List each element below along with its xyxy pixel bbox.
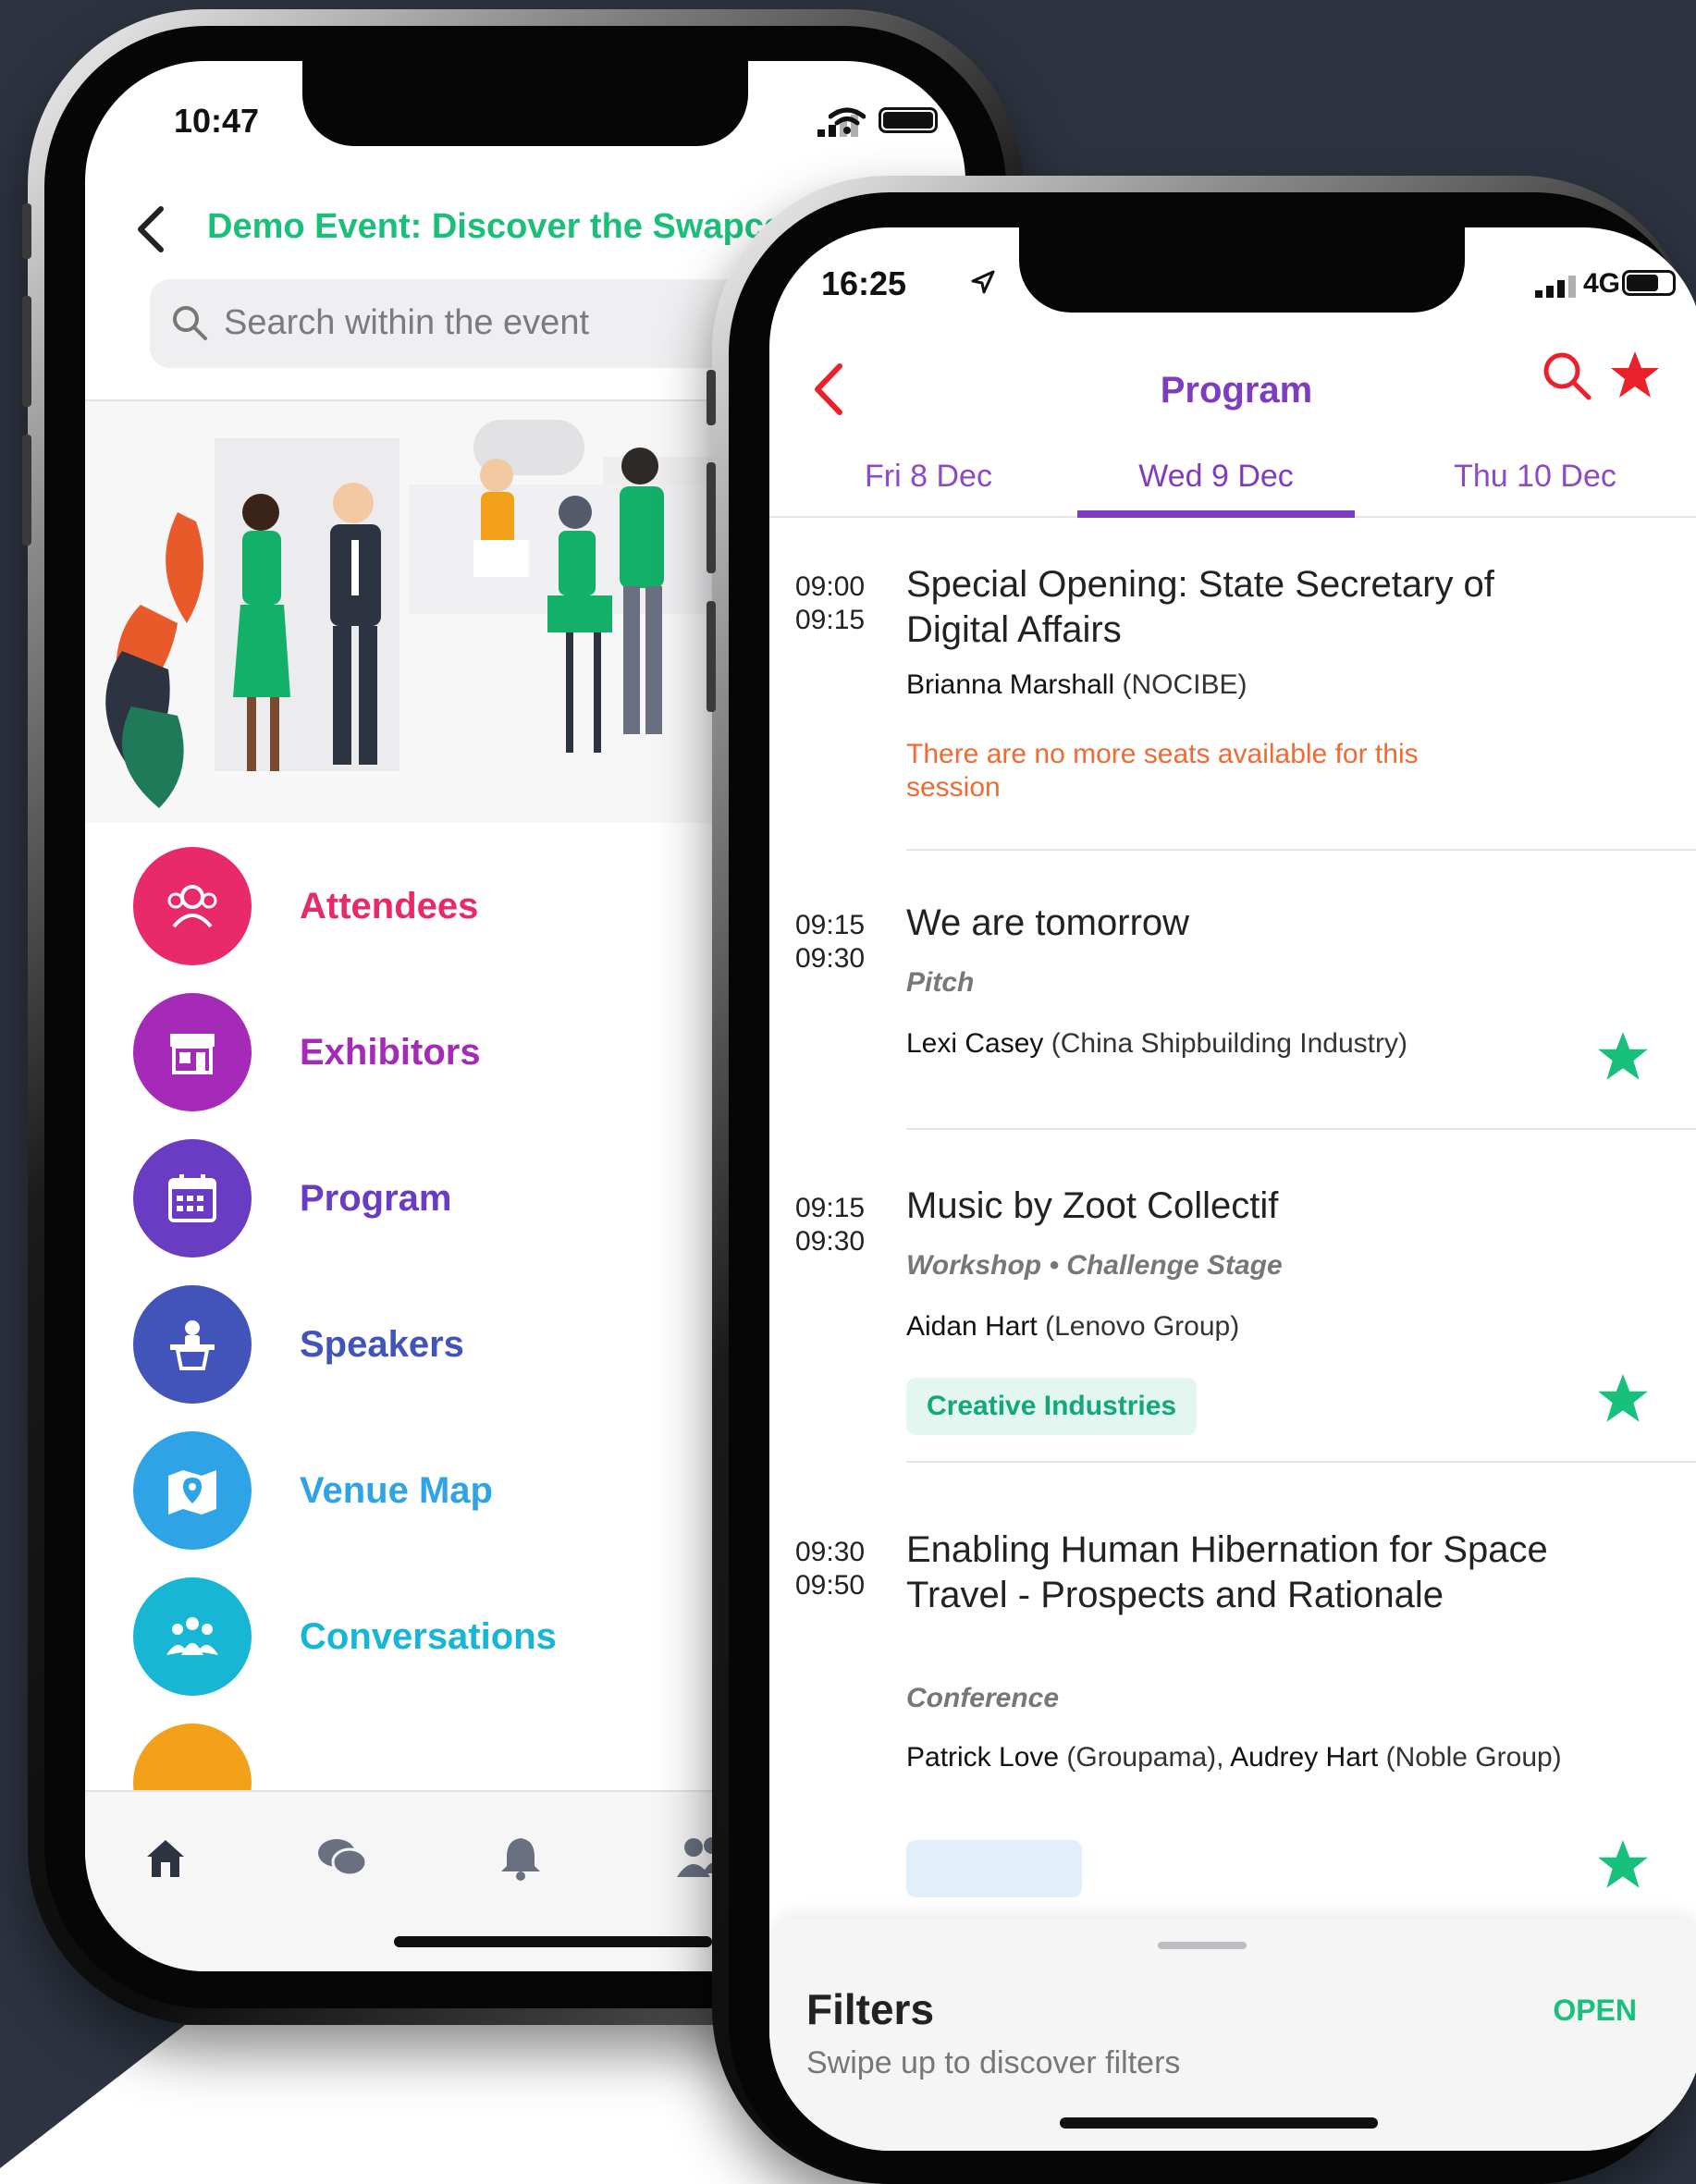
favorites-star-icon[interactable]	[1607, 348, 1663, 403]
notch	[1019, 227, 1465, 313]
session-divider	[906, 1461, 1696, 1463]
active-tab-indicator	[1077, 510, 1355, 518]
chat-icon[interactable]	[316, 1834, 368, 1881]
speaker-org: (China Shipbuilding Industry)	[1051, 1028, 1407, 1059]
speaker-name: Aidan Hart	[906, 1311, 1038, 1342]
speaker-name: Patrick Love	[906, 1742, 1060, 1773]
session-title: We are tomorrow	[906, 902, 1190, 943]
store-icon	[133, 993, 252, 1111]
podium-icon	[133, 1285, 252, 1404]
volume-down-button	[707, 601, 716, 712]
session-tag[interactable]: Creative Industries	[906, 1378, 1198, 1435]
session-title: Enabling Human Hibernation for Space Tra…	[906, 1529, 1548, 1615]
bell-icon[interactable]	[499, 1834, 542, 1881]
filters-subtitle: Swipe up to discover filters	[806, 2045, 1181, 2080]
group-icon	[133, 1577, 252, 1696]
search-icon	[173, 306, 207, 340]
session-speakers[interactable]: Brianna Marshall (NOCIBE)	[906, 668, 1572, 702]
search-placeholder: Search within the event	[224, 303, 590, 342]
home-indicator[interactable]	[394, 1936, 712, 1947]
tab-thu-10-dec[interactable]: Thu 10 Dec	[1396, 459, 1674, 495]
volume-up-button	[22, 296, 31, 407]
session-tag-partial[interactable]	[906, 1840, 1082, 1897]
event-title: Demo Event: Discover the Swapca	[207, 207, 783, 246]
favorite-star-icon[interactable]	[1594, 1370, 1652, 1428]
right-phone-screen: 16:25 4G Program Fri 8 Dec Wed 9 Dec Thu…	[769, 227, 1696, 2151]
session-start-time: 09:15	[795, 910, 866, 940]
favorite-star-icon[interactable]	[1594, 1836, 1652, 1894]
speaker-org: (Noble Group)	[1385, 1742, 1562, 1773]
menu-label: Venue Map	[300, 1470, 493, 1511]
volume-down-button	[22, 435, 31, 546]
session-start-time: 09:15	[795, 1193, 866, 1223]
tab-wed-9-dec[interactable]: Wed 9 Dec	[1077, 459, 1355, 495]
home-icon[interactable]	[142, 1834, 189, 1881]
menu-label: Program	[300, 1178, 452, 1219]
session-speakers[interactable]: Lexi Casey (China Shipbuilding Industry)	[906, 1026, 1572, 1061]
signal-icon	[1535, 276, 1576, 298]
filters-title: Filters	[806, 1985, 935, 2033]
day-tabs: Fri 8 Dec Wed 9 Dec Thu 10 Dec	[769, 444, 1696, 518]
location-arrow-icon	[971, 270, 995, 294]
right-phone-frame: 16:25 4G Program Fri 8 Dec Wed 9 Dec Thu…	[707, 176, 1696, 2184]
session-end-time: 09:30	[795, 1226, 866, 1257]
search-icon[interactable]	[1539, 348, 1594, 403]
speaker-org: (Lenovo Group)	[1045, 1311, 1240, 1342]
session-start-time: 09:00	[795, 571, 866, 602]
session-type: Conference	[906, 1683, 1060, 1713]
session-speakers[interactable]: Aidan Hart (Lenovo Group)	[906, 1309, 1572, 1344]
session-end-time: 09:50	[795, 1570, 866, 1601]
speaker-name: Audrey Hart	[1230, 1742, 1379, 1773]
status-time: 10:47	[174, 102, 260, 140]
favorite-star-icon[interactable]	[1594, 1028, 1652, 1086]
volume-up-button	[707, 462, 716, 573]
map-pin-icon	[133, 1431, 252, 1550]
back-chevron-icon[interactable]	[129, 202, 176, 257]
speaker-org: (Groupama),	[1066, 1742, 1224, 1773]
calendar-icon	[133, 1139, 252, 1258]
session-type: Pitch	[906, 967, 975, 998]
session-warning: There are no more seats available for th…	[906, 739, 1419, 803]
menu-label: Conversations	[300, 1616, 557, 1657]
attendees-icon	[133, 847, 252, 965]
session-title: Music by Zoot Collectif	[906, 1185, 1279, 1226]
session-end-time: 09:30	[795, 943, 866, 974]
network-type: 4G	[1582, 268, 1620, 299]
session-type: Workshop • Challenge Stage	[906, 1250, 1283, 1281]
filters-sheet[interactable]: Filters Swipe up to discover filters OPE…	[769, 1920, 1696, 2151]
open-filters-button[interactable]: OPEN	[1553, 1994, 1637, 2028]
speaker-name: Brianna Marshall	[906, 669, 1115, 700]
menu-label: Exhibitors	[300, 1032, 481, 1073]
session-start-time: 09:30	[795, 1537, 866, 1567]
session-divider	[906, 849, 1696, 851]
menu-label: Attendees	[300, 886, 479, 926]
notch	[302, 61, 748, 146]
session-end-time: 09:15	[795, 605, 866, 635]
session-divider	[906, 1128, 1696, 1130]
mute-switch	[22, 203, 31, 259]
mute-switch	[707, 370, 716, 425]
wifi-icon	[829, 107, 866, 134]
program-header: Program	[769, 348, 1696, 440]
menu-label: Speakers	[300, 1324, 464, 1365]
session-speakers[interactable]: Patrick Love (Groupama), Audrey Hart (No…	[906, 1740, 1572, 1774]
battery-icon	[879, 107, 938, 133]
speaker-name: Lexi Casey	[906, 1028, 1044, 1059]
session-title: Special Opening: State Secretary of Digi…	[906, 564, 1494, 650]
battery-icon	[1622, 270, 1676, 296]
sheet-drag-handle[interactable]	[1158, 1942, 1247, 1949]
tab-fri-8-dec[interactable]: Fri 8 Dec	[790, 459, 1067, 495]
home-indicator[interactable]	[1060, 2117, 1378, 2129]
speaker-org: (NOCIBE)	[1122, 669, 1247, 700]
status-time: 16:25	[821, 264, 907, 302]
